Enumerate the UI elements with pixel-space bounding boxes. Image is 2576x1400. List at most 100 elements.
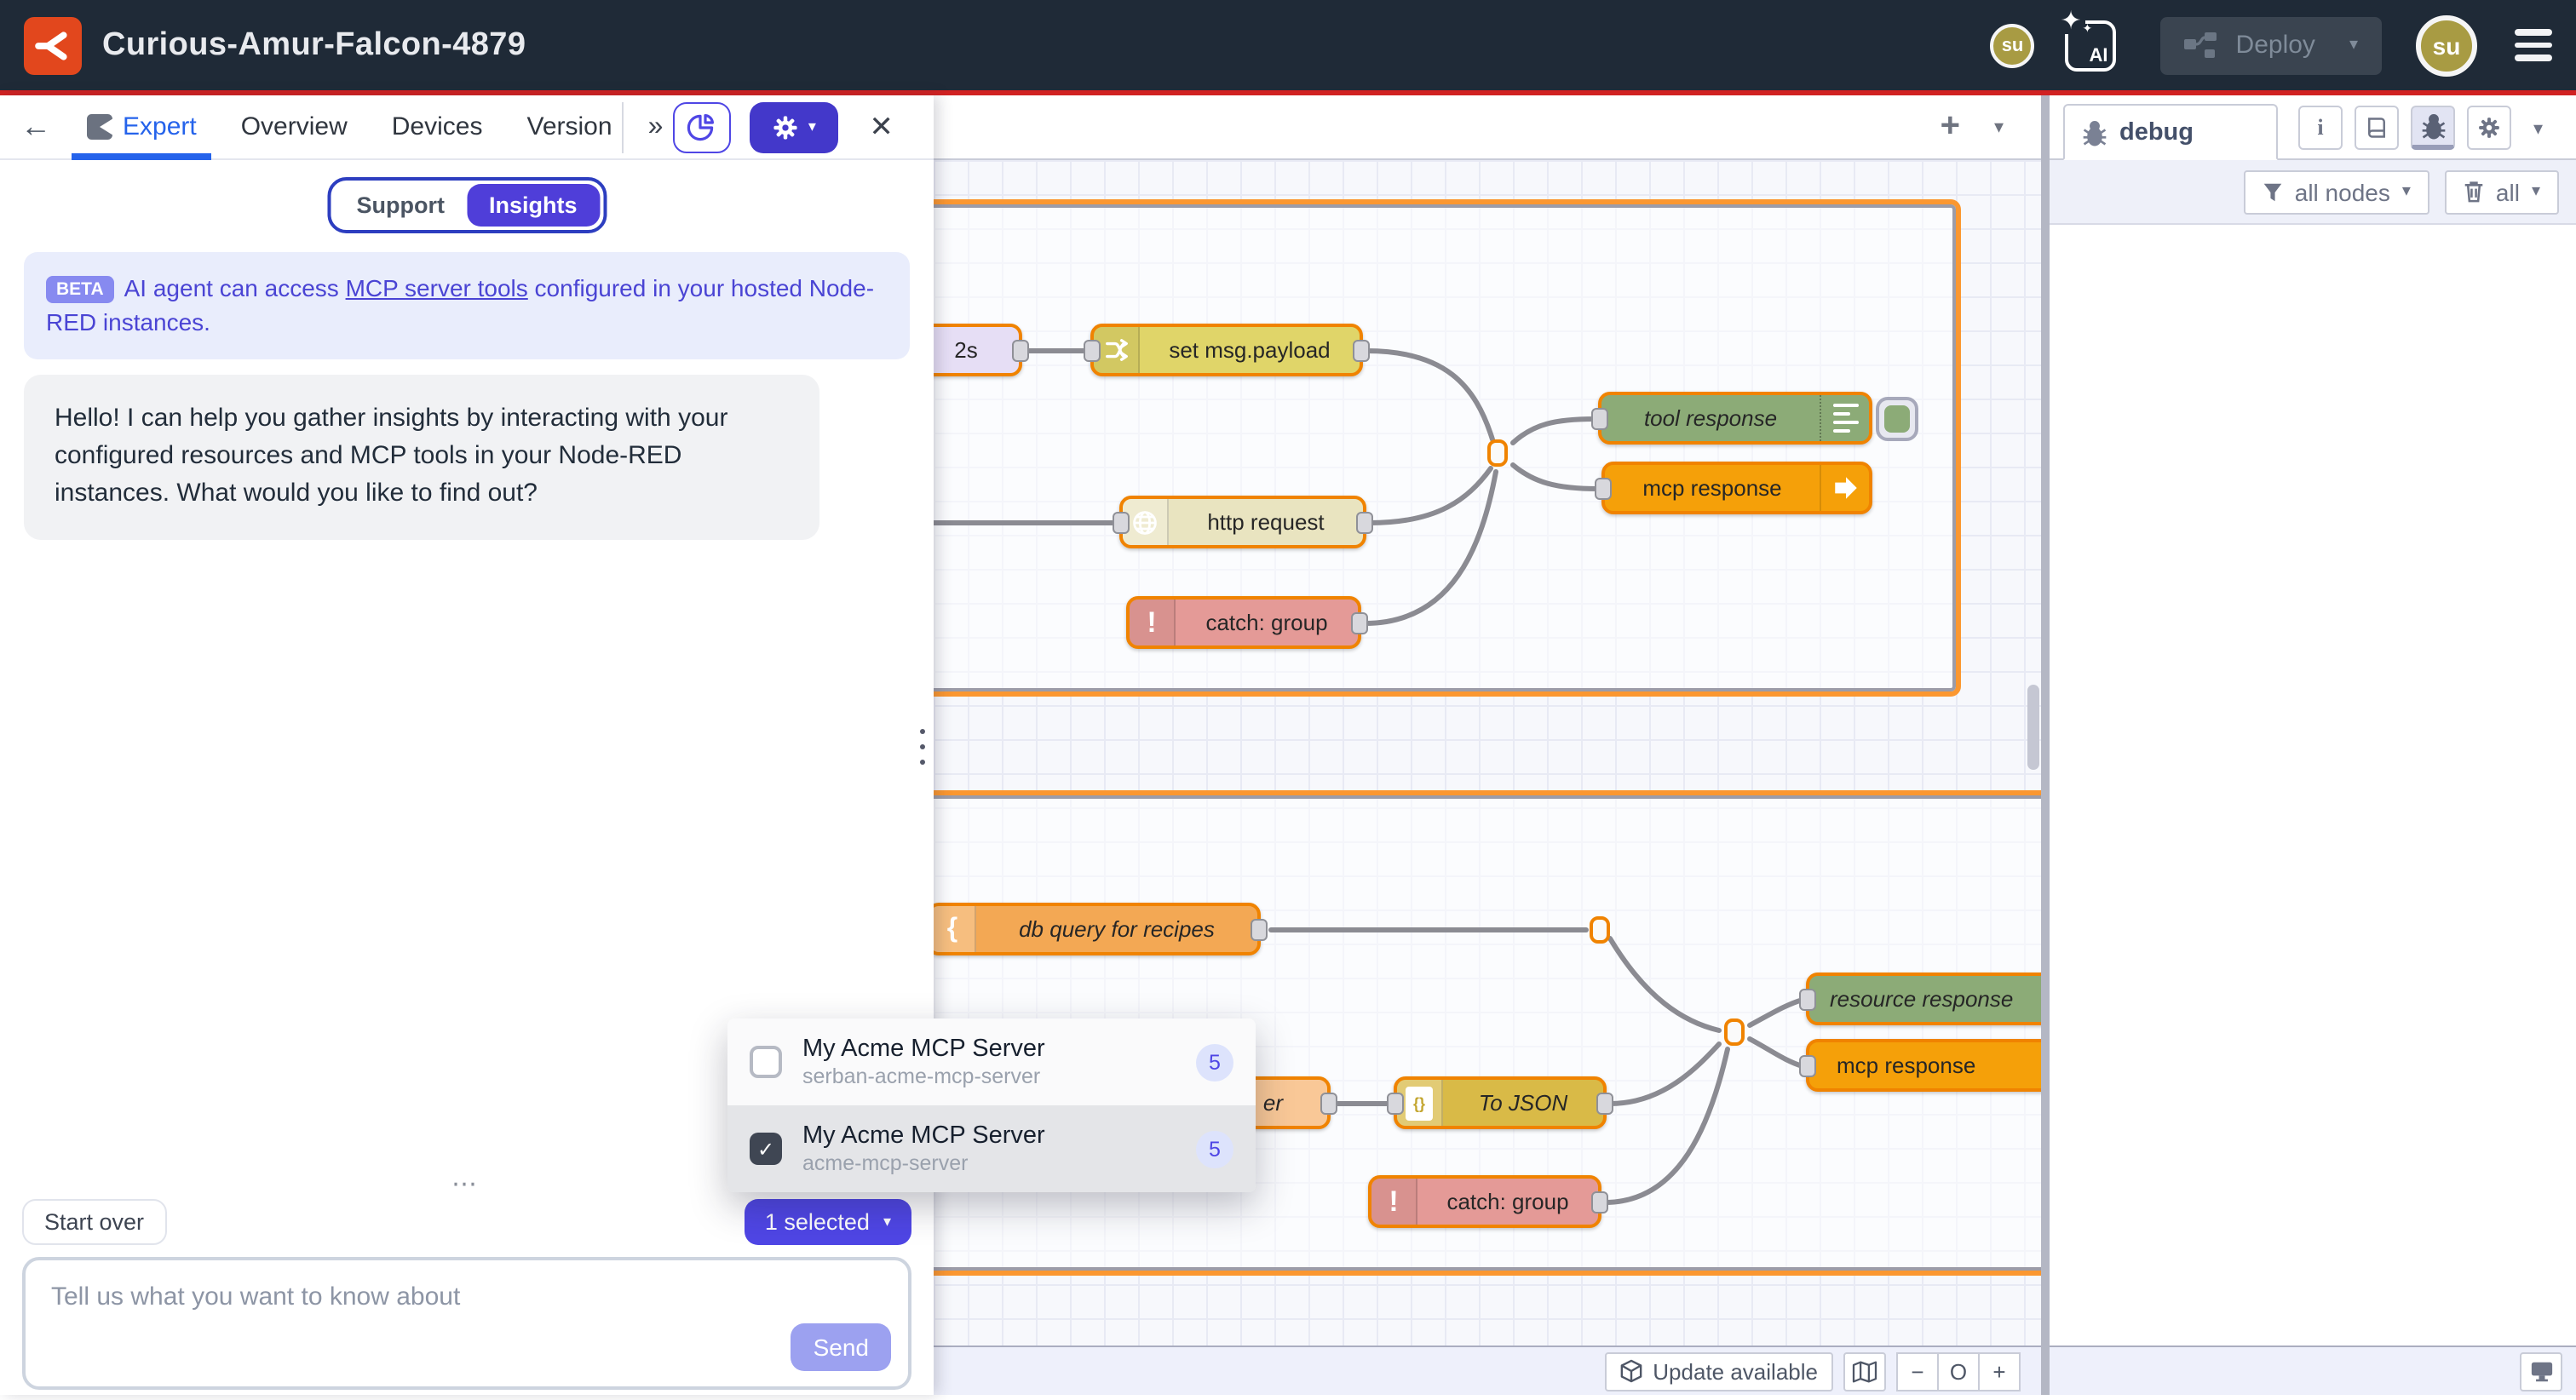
panel-header: ← Expert Overview Devices Version » ▾ ✕ [0,95,934,160]
wire-junction-3[interactable] [1724,1018,1745,1046]
mcp-server-option-2[interactable]: ✓ My Acme MCP Server acme-mcp-server 5 [727,1105,1256,1192]
node-http-request[interactable]: http request [1119,496,1366,548]
info-tab-button[interactable]: i [2298,106,2343,150]
port-out[interactable] [1251,918,1268,940]
deploy-button[interactable]: Deploy ▾ [2161,16,2382,74]
node-catch-group-2[interactable]: ! catch: group [1368,1175,1601,1228]
add-flow-button[interactable]: + [1941,107,1960,146]
start-over-button[interactable]: Start over [22,1199,166,1245]
flow-canvas[interactable]: 2s set msg.payload tool response mcp r [934,160,2041,1395]
tab-expert[interactable]: Expert [65,95,219,159]
tab-overview[interactable]: Overview [219,95,370,159]
settings-dropdown-button[interactable]: ▾ [750,101,838,152]
open-in-window-button[interactable] [2520,1351,2562,1391]
update-available-button[interactable]: Update available [1605,1351,1833,1391]
user-avatar-small[interactable]: su [1991,23,2035,67]
sidebar-menu-caret-icon[interactable]: ▾ [2533,117,2543,139]
zoom-in-button[interactable]: + [1978,1351,2021,1391]
node-catch-group-1[interactable]: ! catch: group [1126,596,1361,649]
main-menu-icon[interactable] [2515,30,2552,61]
flow-list-caret-icon[interactable]: ▾ [1994,116,2004,138]
tab-debug[interactable]: debug [2063,104,2278,160]
tool-count-badge: 5 [1196,1043,1233,1081]
debug-filter-button[interactable]: all nodes ▾ [2244,169,2429,214]
flowfuse-logo-icon[interactable] [24,16,82,74]
port-out[interactable] [1596,1092,1613,1114]
checkbox-checked[interactable]: ✓ [750,1133,782,1165]
node-resource-response[interactable]: resource response [1806,973,2041,1025]
port-out[interactable] [1012,339,1029,361]
port-in[interactable] [1113,511,1130,533]
port-in[interactable] [1387,1092,1404,1114]
zoom-out-button[interactable]: − [1896,1351,1939,1391]
user-avatar-large[interactable]: su [2416,14,2477,76]
debug-footer [2050,1345,2576,1395]
node-delay[interactable]: 2s [934,324,1022,376]
deploy-caret-icon[interactable]: ▾ [2349,36,2358,55]
more-tabs-icon[interactable]: » [638,112,674,142]
node-tool-response[interactable]: tool response [1598,392,1872,445]
selected-servers-button[interactable]: 1 selected ▾ [745,1199,911,1245]
port-out[interactable] [1320,1092,1337,1114]
port-in[interactable] [1591,407,1608,429]
debug-enable-toggle[interactable] [1876,397,1918,441]
toggle-insights[interactable]: Insights [467,184,600,227]
chat-input[interactable] [26,1260,908,1386]
book-icon [2365,116,2389,140]
mcp-server-option-1[interactable]: My Acme MCP Server serban-acme-mcp-serve… [727,1018,1256,1105]
mcp-server-id: serban-acme-mcp-server [802,1064,1176,1091]
minimap-button[interactable] [1843,1351,1886,1391]
support-insights-toggle: Support Insights [327,177,606,233]
wire-junction-2[interactable] [1590,916,1610,944]
monitor-icon [2529,1360,2553,1382]
ai-assistant-icon[interactable]: ✦ ✦ AI [2066,20,2117,71]
port-in[interactable] [1799,988,1816,1010]
exclamation-icon: ! [1130,600,1176,645]
help-tab-button[interactable] [2355,106,2399,150]
wire-junction-1[interactable] [1487,439,1508,467]
config-tab-button[interactable] [2467,106,2511,150]
json-page-icon: {} [1397,1080,1443,1126]
node-mcp-response-2[interactable]: mcp response [1806,1039,2041,1092]
insights-chart-button[interactable] [673,101,731,152]
beta-notice: BETAAI agent can access MCP server tools… [24,252,910,359]
toggle-support[interactable]: Support [334,184,467,227]
checkbox-unchecked[interactable] [750,1046,782,1078]
tab-version[interactable]: Version [504,95,612,159]
mcp-server-tools-link[interactable]: MCP server tools [346,274,528,301]
node-mcp-response[interactable]: mcp response [1601,462,1872,514]
debug-message-list[interactable] [2050,225,2576,1345]
port-out[interactable] [1356,511,1373,533]
flow-tab-strip: + ▾ [934,95,2041,160]
port-out[interactable] [1353,339,1370,361]
bug-icon [2420,112,2446,140]
port-out[interactable] [1591,1191,1608,1213]
debug-clear-button[interactable]: all ▾ [2445,169,2559,214]
function-brace-icon: { [934,906,976,952]
node-to-json[interactable]: {} To JSON [1394,1076,1607,1129]
assistant-message: Hello! I can help you gather insights by… [24,375,819,539]
port-in[interactable] [1084,339,1101,361]
port-out[interactable] [1351,611,1368,634]
port-in[interactable] [1799,1054,1816,1076]
gear-icon [773,113,800,141]
instance-title: Curious-Amur-Falcon-4879 [102,26,526,64]
back-button[interactable]: ← [20,109,65,145]
node-db-query[interactable]: { db query for recipes [934,903,1261,955]
canvas-scrollbar[interactable] [2027,685,2039,770]
node-set-msg-payload[interactable]: set msg.payload [1090,324,1363,376]
flow-editor: + ▾ [934,95,2041,1395]
panel-resize-handle[interactable] [920,729,925,765]
canvas-statusbar: Update available − O + [934,1345,2041,1395]
chevron-down-icon: ▾ [808,118,816,136]
close-panel-button[interactable]: ✕ [859,110,904,144]
gear-icon [2477,116,2501,140]
deploy-nodes-icon [2185,32,2219,59]
beta-badge: BETA [46,276,114,303]
tab-devices[interactable]: Devices [370,95,505,159]
debug-tab-row: debug i ▾ [2050,95,2576,160]
send-button[interactable]: Send [791,1323,891,1371]
debug-tab-button[interactable] [2411,106,2455,150]
port-in[interactable] [1595,477,1612,499]
zoom-reset-button[interactable]: O [1937,1351,1980,1391]
